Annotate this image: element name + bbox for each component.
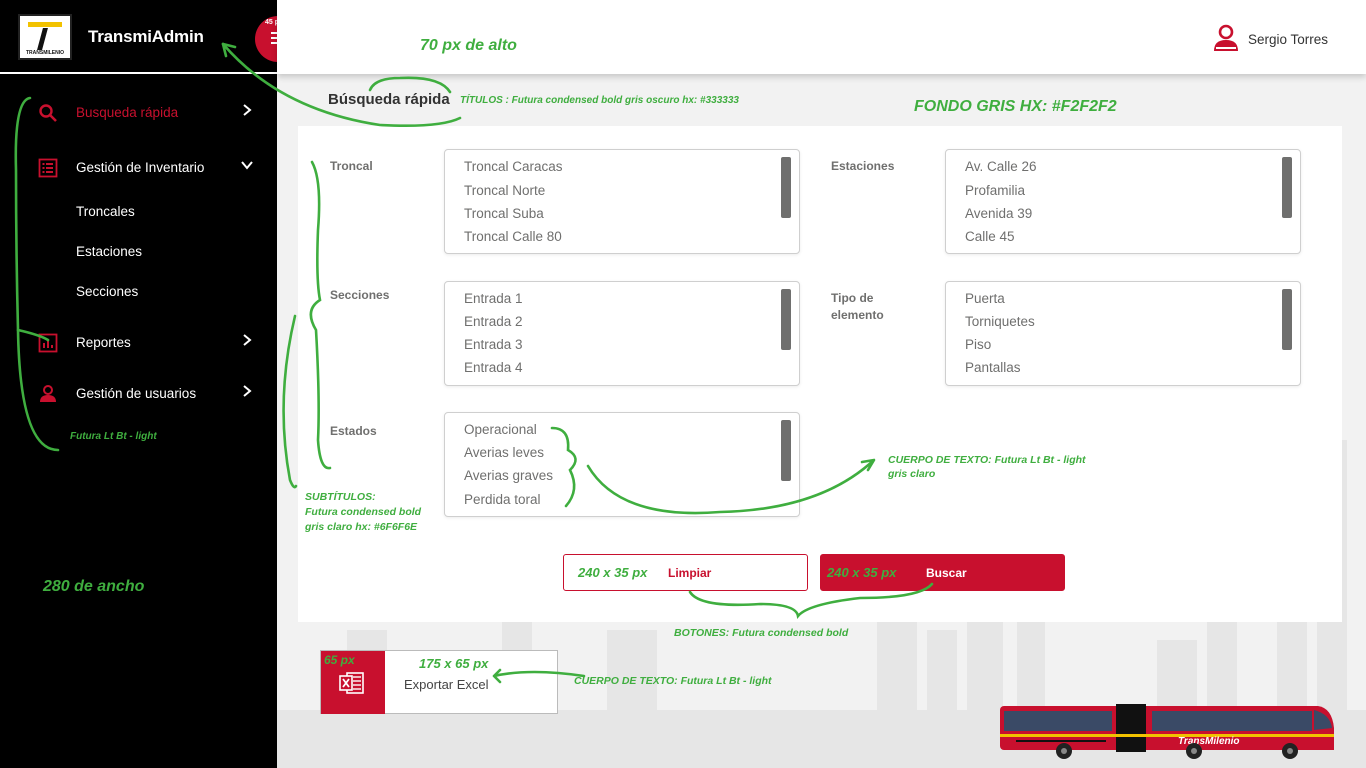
annotation-menu-font: Futura Lt Bt - light [70, 431, 157, 442]
field-label-estaciones: Estaciones [831, 159, 895, 173]
annotation-subtitles: SUBTÍTULOS: Futura condensed bold gris c… [305, 490, 421, 535]
chevron-right-icon [243, 385, 252, 397]
scrollbar[interactable] [781, 420, 791, 481]
field-label-tipo-elemento: Tipo de elemento [831, 290, 884, 324]
tipo-elemento-listbox[interactable]: Puerta Torniquetes Piso Pantallas [945, 281, 1301, 386]
annotation-line: SUBTÍTULOS: [305, 491, 376, 503]
list-option[interactable]: Entrada 3 [464, 337, 523, 352]
sidebar-subitem-troncales[interactable]: Troncales [76, 204, 135, 219]
size-annotation: 175 x 65 px [419, 656, 489, 671]
svg-text:TransMilenio: TransMilenio [1178, 736, 1240, 747]
size-annotation: 65 px [324, 653, 355, 667]
list-option[interactable]: Troncal Norte [464, 183, 545, 198]
list-option[interactable]: Entrada 4 [464, 360, 523, 375]
list-option[interactable]: Troncal Caracas [464, 159, 563, 174]
scrollbar[interactable] [1282, 289, 1292, 350]
list-option[interactable]: Averias graves [464, 468, 553, 483]
sidebar-item-label: Gestión de Inventario [76, 160, 205, 175]
transmilenio-logo[interactable]: TRANSMILENIO [18, 14, 72, 60]
scrollbar[interactable] [781, 157, 791, 218]
field-label-troncal: Troncal [330, 159, 373, 173]
annotation-export-body-text: CUERPO DE TEXTO: Futura Lt Bt - light [574, 675, 772, 687]
list-option[interactable]: Piso [965, 337, 991, 352]
sidebar-item-gestion-inventario[interactable]: Gestión de Inventario [0, 151, 277, 185]
page-title: Búsqueda rápida [328, 91, 450, 108]
list-option[interactable]: Puerta [965, 291, 1005, 306]
estados-listbox[interactable]: Operacional Averias leves Averias graves… [444, 412, 800, 517]
scrollbar[interactable] [781, 289, 791, 350]
annotation-sidebar-width: 280 de ancho [43, 578, 145, 595]
size-annotation: 240 x 35 px [578, 565, 648, 580]
list-option[interactable]: Profamilia [965, 183, 1025, 198]
chevron-right-icon [243, 104, 252, 116]
sidebar-item-busqueda-rapida[interactable]: Busqueda rápida [0, 96, 277, 130]
list-option[interactable]: Operacional [464, 422, 537, 437]
excel-icon [339, 672, 364, 694]
list-option[interactable]: Av. Calle 26 [965, 159, 1037, 174]
label-line: elemento [831, 308, 884, 322]
user-icon [40, 385, 56, 402]
sidebar-item-gestion-usuarios[interactable]: Gestión de usuarios [0, 377, 277, 411]
annotation-body-text: CUERPO DE TEXTO: Futura Lt Bt - light gr… [888, 453, 1086, 481]
export-button-label: Exportar Excel [404, 677, 489, 692]
export-icon-panel: 65 px [321, 651, 385, 714]
list-option[interactable]: Torniquetes [965, 314, 1035, 329]
list-option[interactable]: Avenida 39 [965, 206, 1032, 221]
brand-header: TRANSMILENIO TransmiAdmin [0, 0, 277, 74]
secciones-listbox[interactable]: Entrada 1 Entrada 2 Entrada 3 Entrada 4 [444, 281, 800, 386]
sidebar-subitem-secciones[interactable]: Secciones [76, 284, 138, 299]
list-option[interactable]: Entrada 1 [464, 291, 523, 306]
annotation-header-height: 70 px de alto [420, 37, 517, 54]
list-option[interactable]: Calle 45 [965, 229, 1015, 244]
annotation-background: FONDO GRIS HX: #F2F2F2 [914, 98, 1117, 115]
estaciones-listbox[interactable]: Av. Calle 26 Profamilia Avenida 39 Calle… [945, 149, 1301, 254]
field-label-estados: Estados [330, 424, 377, 438]
clear-button[interactable]: 240 x 35 px Limpiar [563, 554, 808, 591]
transmilenio-bus-illustration: TransMilenio [1000, 704, 1334, 759]
annotation-titles: TÍTULOS : Futura condensed bold gris osc… [460, 95, 739, 106]
user-name[interactable]: Sergio Torres [1248, 32, 1328, 47]
annotation-line: Futura condensed bold [305, 506, 422, 518]
list-option[interactable]: Entrada 2 [464, 314, 523, 329]
troncal-listbox[interactable]: Troncal Caracas Troncal Norte Troncal Su… [444, 149, 800, 254]
sidebar: TRANSMILENIO TransmiAdmin Busqueda rápid… [0, 0, 277, 768]
list-icon [38, 158, 58, 178]
sidebar-subitem-estaciones[interactable]: Estaciones [76, 244, 142, 259]
search-button-label: Buscar [926, 566, 967, 580]
clear-button-label: Limpiar [668, 566, 712, 580]
annotation-line: gris claro hx: #6F6F6E [305, 521, 418, 533]
chevron-right-icon [243, 334, 252, 346]
chart-icon [38, 333, 58, 353]
annotation-buttons: BOTONES: Futura condensed bold [674, 627, 849, 639]
sidebar-item-label: Reportes [76, 335, 131, 350]
chevron-down-icon [241, 161, 253, 170]
field-label-secciones: Secciones [330, 288, 390, 302]
label-line: Tipo de [831, 291, 874, 305]
scrollbar[interactable] [1282, 157, 1292, 218]
sidebar-item-label: Busqueda rápida [76, 105, 179, 120]
sidebar-item-reportes[interactable]: Reportes [0, 326, 277, 360]
list-option[interactable]: Perdida toral [464, 492, 541, 507]
list-option[interactable]: Troncal Calle 80 [464, 229, 562, 244]
list-option[interactable]: Averias leves [464, 445, 544, 460]
sidebar-item-label: Gestión de usuarios [76, 386, 197, 401]
size-annotation: 240 x 35 px [827, 565, 897, 580]
list-option[interactable]: Troncal Suba [464, 206, 544, 221]
search-button[interactable]: 240 x 35 px Buscar [820, 554, 1065, 591]
search-icon [39, 104, 57, 122]
list-option[interactable]: Pantallas [965, 360, 1021, 375]
app-title: TransmiAdmin [88, 27, 204, 46]
user-avatar-icon[interactable] [1212, 24, 1240, 52]
annotation-line: gris claro [888, 468, 936, 480]
export-excel-button[interactable]: 65 px 175 x 65 px Exportar Excel [320, 650, 558, 714]
annotation-line: CUERPO DE TEXTO: Futura Lt Bt - light [888, 454, 1086, 466]
